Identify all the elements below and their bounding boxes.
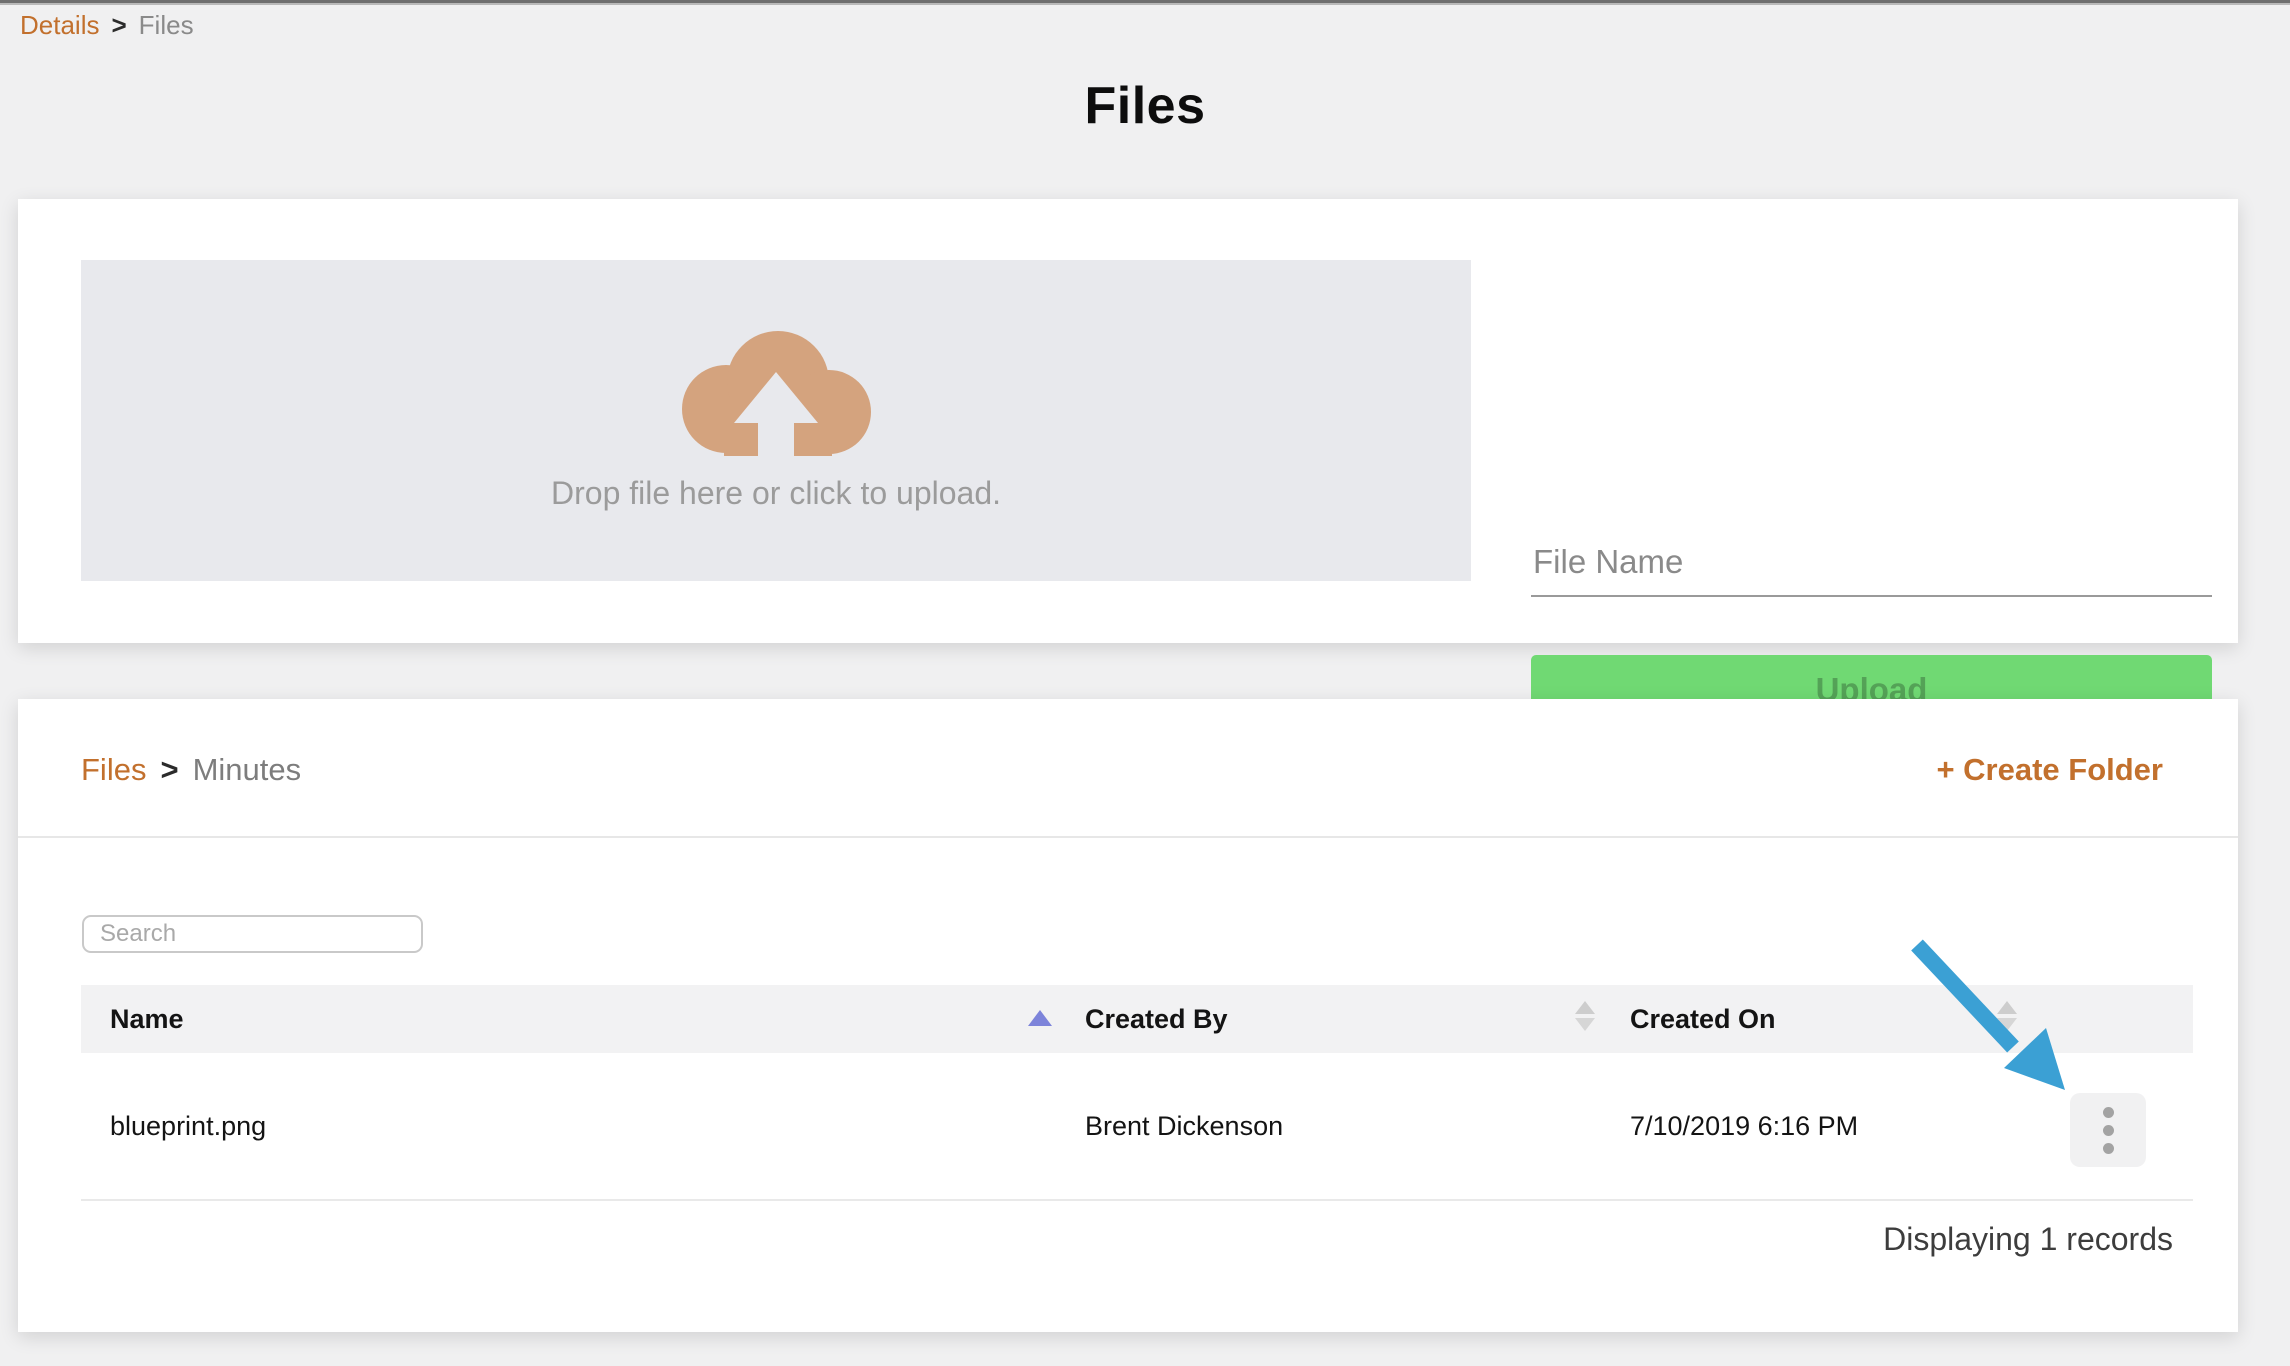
- breadcrumb-separator: >: [160, 752, 178, 788]
- table-row[interactable]: blueprint.png Brent Dickenson 7/10/2019 …: [81, 1053, 2193, 1199]
- breadcrumb-current-minutes: Minutes: [193, 752, 302, 788]
- files-card: Files > Minutes + Create Folder Name Cre…: [18, 699, 2238, 1332]
- window-top-edge-highlight: [0, 3, 2290, 5]
- breadcrumb-current-files: Files: [139, 10, 194, 41]
- dropzone-label: Drop file here or click to upload.: [551, 475, 1001, 512]
- row-actions-menu-button[interactable]: [2070, 1093, 2146, 1167]
- breadcrumb-link-details[interactable]: Details: [20, 10, 99, 41]
- kebab-icon: [2103, 1107, 2114, 1118]
- page-title: Files: [0, 76, 2290, 136]
- file-name-input[interactable]: [1531, 537, 2212, 597]
- create-folder-button[interactable]: + Create Folder: [1936, 752, 2163, 788]
- header-divider: [18, 836, 2238, 838]
- sort-ascending-icon[interactable]: [1028, 1010, 1052, 1026]
- breadcrumb-link-files[interactable]: Files: [81, 752, 146, 788]
- records-count-label: Displaying 1 records: [1883, 1221, 2173, 1258]
- breadcrumb-separator: >: [111, 10, 126, 41]
- column-header-created-by[interactable]: Created By: [1085, 985, 1228, 1053]
- cell-created-on: 7/10/2019 6:16 PM: [1630, 1053, 1858, 1199]
- breadcrumb: Details > Files: [20, 10, 194, 41]
- cloud-upload-icon: [678, 330, 874, 461]
- upload-card: Drop file here or click to upload. Uploa…: [18, 199, 2238, 643]
- cell-created-by: Brent Dickenson: [1085, 1053, 1283, 1199]
- cell-file-name: blueprint.png: [110, 1053, 266, 1199]
- row-divider: [81, 1199, 2193, 1201]
- column-header-created-on[interactable]: Created On: [1630, 985, 1776, 1053]
- column-header-name[interactable]: Name: [110, 985, 184, 1053]
- table-header: Name Created By Created On: [81, 985, 2193, 1053]
- search-input[interactable]: [82, 915, 423, 953]
- files-breadcrumb: Files > Minutes: [81, 752, 301, 788]
- file-dropzone[interactable]: Drop file here or click to upload.: [81, 260, 1471, 581]
